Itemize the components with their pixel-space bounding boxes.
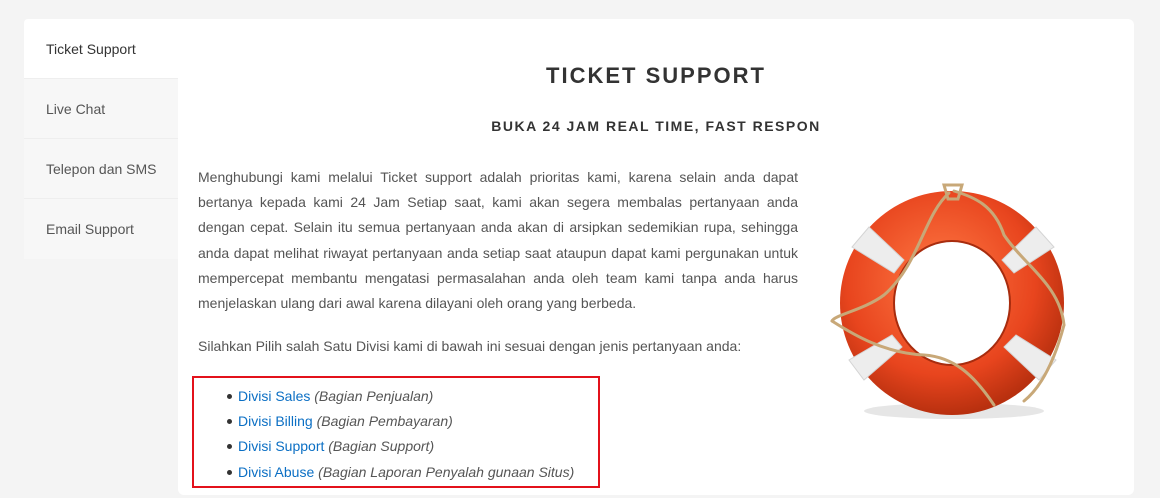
sidebar-item-email-support[interactable]: Email Support — [24, 199, 178, 259]
division-note: (Bagian Laporan Penyalah gunaan Situs) — [318, 463, 575, 480]
list-item: Divisi Abuse (Bagian Laporan Penyalah gu… — [227, 460, 598, 485]
division-list: Divisi Sales (Bagian Penjualan) Divisi B… — [192, 376, 600, 488]
sidebar-item-telepon-sms[interactable]: Telepon dan SMS — [24, 139, 178, 199]
page-title: TICKET SUPPORT — [546, 63, 766, 88]
sidebar-item-live-chat[interactable]: Live Chat — [24, 79, 178, 139]
division-billing-link[interactable]: Divisi Billing — [238, 413, 313, 429]
sidebar: Ticket Support Live Chat Telepon dan SMS… — [24, 19, 180, 259]
division-abuse-link[interactable]: Divisi Abuse — [238, 464, 314, 480]
division-note: (Bagian Pembayaran) — [316, 413, 453, 430]
sidebar-item-label: Email Support — [46, 221, 134, 237]
sidebar-item-ticket-support[interactable]: Ticket Support — [24, 19, 180, 79]
sidebar-item-label: Telepon dan SMS — [46, 160, 157, 177]
list-item: Divisi Support (Bagian Support) — [227, 434, 598, 459]
list-item: Divisi Billing (Bagian Pembayaran) — [227, 409, 598, 434]
lifebuoy-icon — [830, 183, 1066, 419]
division-note: (Bagian Penjualan) — [314, 388, 434, 404]
division-note: (Bagian Support) — [328, 438, 435, 455]
content-panel: TICKET SUPPORT BUKA 24 JAM REAL TIME, FA… — [178, 19, 1134, 495]
list-item: Divisi Sales (Bagian Penjualan) — [227, 384, 598, 409]
division-support-link[interactable]: Divisi Support — [238, 438, 324, 454]
sidebar-item-label: Ticket Support — [46, 40, 136, 57]
page-subtitle: BUKA 24 JAM REAL TIME, FAST RESPON — [491, 118, 821, 134]
intro-paragraph: Menghubungi kami melalui Ticket support … — [198, 169, 798, 312]
sidebar-item-label: Live Chat — [46, 100, 106, 117]
division-prompt: Silahkan Pilih salah Satu Divisi kami di… — [198, 338, 742, 354]
division-sales-link[interactable]: Divisi Sales — [238, 388, 310, 404]
